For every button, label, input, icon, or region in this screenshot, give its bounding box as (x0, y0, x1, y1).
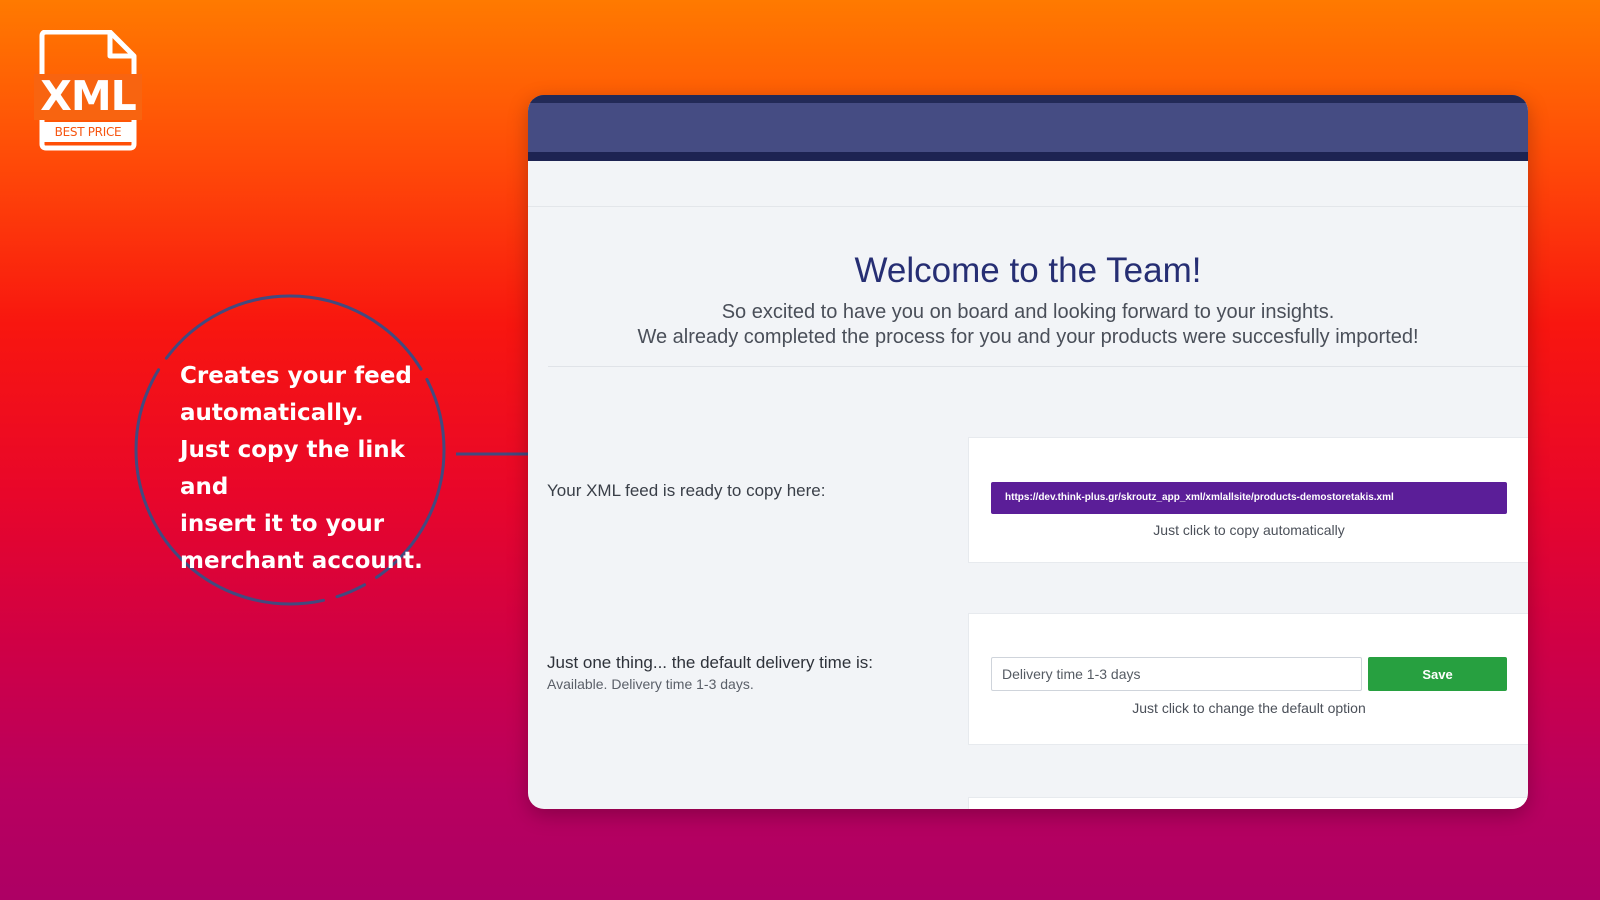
save-button[interactable]: Save (1368, 657, 1507, 691)
callout-text: Creates your feed automatically. Just co… (180, 363, 423, 574)
app-header-bar (528, 95, 1528, 161)
copy-feed-link-button[interactable]: https://dev.think-plus.gr/skroutz_app_xm… (991, 482, 1507, 514)
callout-circle: Creates your feed automatically. Just co… (130, 290, 450, 610)
next-section-card (968, 797, 1528, 809)
welcome-title: Welcome to the Team! (854, 251, 1202, 290)
welcome-subtitle-line-1: So excited to have you on board and look… (721, 301, 1335, 323)
feed-label: Your XML feed is ready to copy here: (547, 481, 826, 500)
app-toolbar (528, 161, 1528, 207)
xml-best-price-logo: XML BEST PRICE (34, 30, 142, 152)
logo-xml-text: XML (40, 72, 137, 120)
feed-copy-hint: Just click to copy automatically (1153, 522, 1345, 538)
delivery-label: Just one thing... the default delivery t… (547, 653, 874, 672)
feed-card: https://dev.think-plus.gr/skroutz_app_xm… (968, 437, 1528, 563)
delivery-hint: Just click to change the default option (1132, 700, 1366, 716)
logo-tag-text: BEST PRICE (44, 122, 132, 142)
delivery-card: Save Just click to change the default op… (968, 613, 1528, 745)
section-divider (548, 366, 1528, 367)
welcome-subtitle: So excited to have you on board and look… (528, 300, 1528, 350)
delivery-sublabel: Available. Delivery time 1-3 days. (547, 676, 754, 692)
welcome-subtitle-line-2: We already completed the process for you… (637, 326, 1419, 348)
delivery-time-input[interactable] (991, 657, 1362, 691)
app-window: Welcome to the Team! So excited to have … (528, 95, 1528, 809)
